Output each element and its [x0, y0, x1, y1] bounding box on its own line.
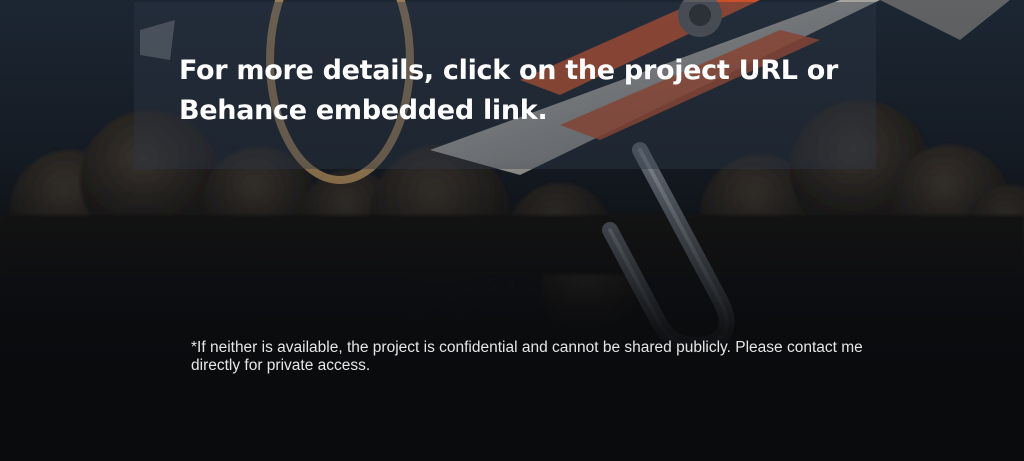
project-details-panel: For more details, click on the project U… — [0, 0, 1024, 461]
headline-text: For more details, click on the project U… — [179, 55, 838, 126]
confidentiality-note: *If neither is available, the project is… — [191, 339, 863, 374]
